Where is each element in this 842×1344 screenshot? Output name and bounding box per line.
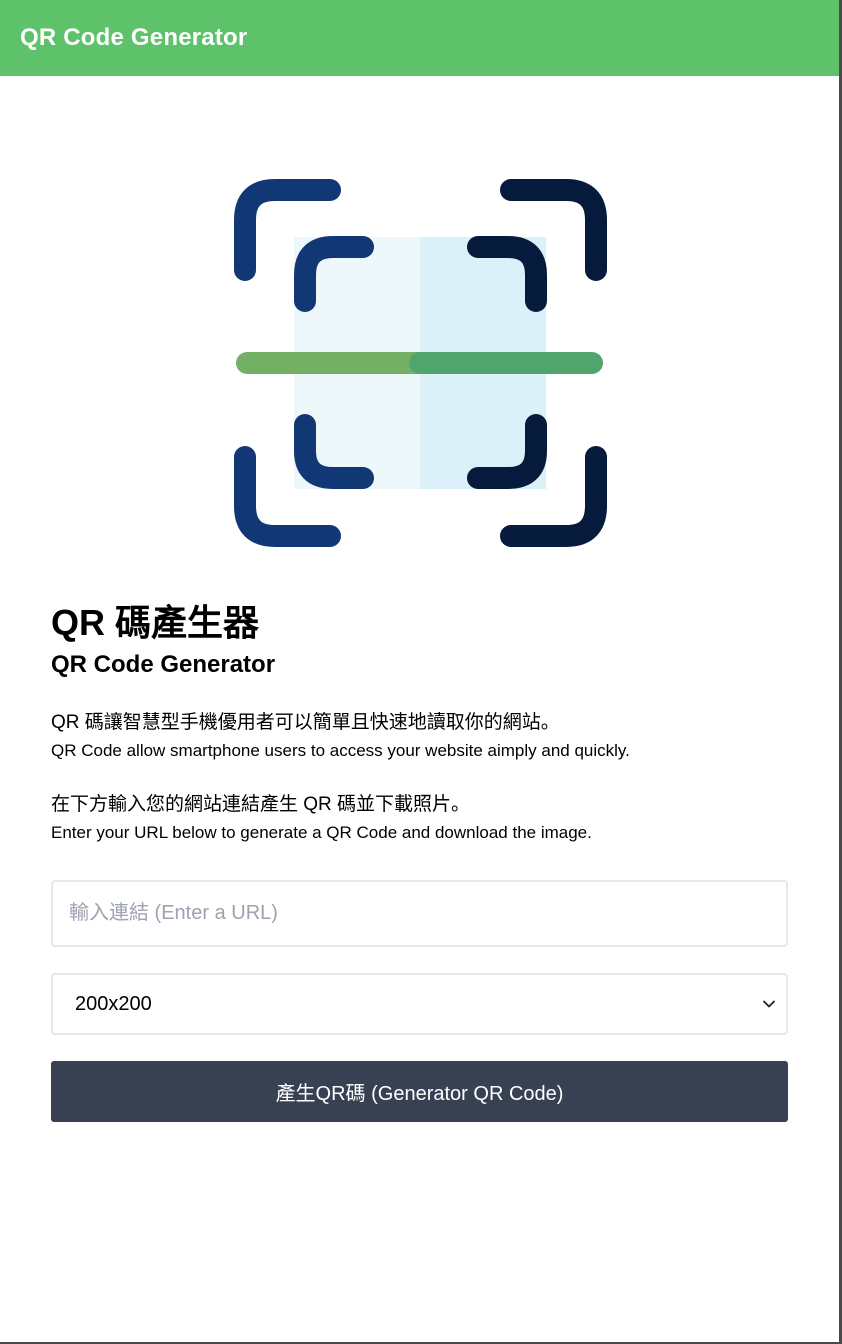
chevron-down-icon (763, 1000, 775, 1008)
size-select[interactable]: 200x200 (51, 973, 788, 1035)
generate-qr-button-label: 產生QR碼 (Generator QR Code) (275, 1083, 564, 1105)
url-input[interactable] (51, 880, 788, 947)
app-title: QR Code Generator (20, 24, 248, 51)
page-title-zh: QR 碼產生器 (51, 602, 260, 643)
qr-scan-icon (234, 179, 607, 547)
intro-section: QR 碼產生器 QR Code Generator QR 碼讓智慧型手機優用者可… (51, 596, 788, 846)
generate-qr-button[interactable]: 產生QR碼 (Generator QR Code) (51, 1061, 788, 1122)
top-bar: QR Code Generator (0, 0, 839, 76)
description-1-en: QR Code allow smartphone users to access… (51, 741, 630, 760)
description-2-en: Enter your URL below to generate a QR Co… (51, 823, 592, 842)
page-title-en: QR Code Generator (51, 651, 276, 678)
description-2: 在下方輸入您的網站連結產生 QR 碼並下載照片。 Enter your URL … (51, 790, 788, 846)
description-1-zh: QR 碼讓智慧型手機優用者可以簡單且快速地讀取你的網站。 (51, 712, 560, 733)
description-1: QR 碼讓智慧型手機優用者可以簡單且快速地讀取你的網站。 QR Code all… (51, 708, 788, 764)
size-select-value: 200x200 (75, 993, 152, 1015)
description-2-zh: 在下方輸入您的網站連結產生 QR 碼並下載照片。 (51, 794, 471, 815)
